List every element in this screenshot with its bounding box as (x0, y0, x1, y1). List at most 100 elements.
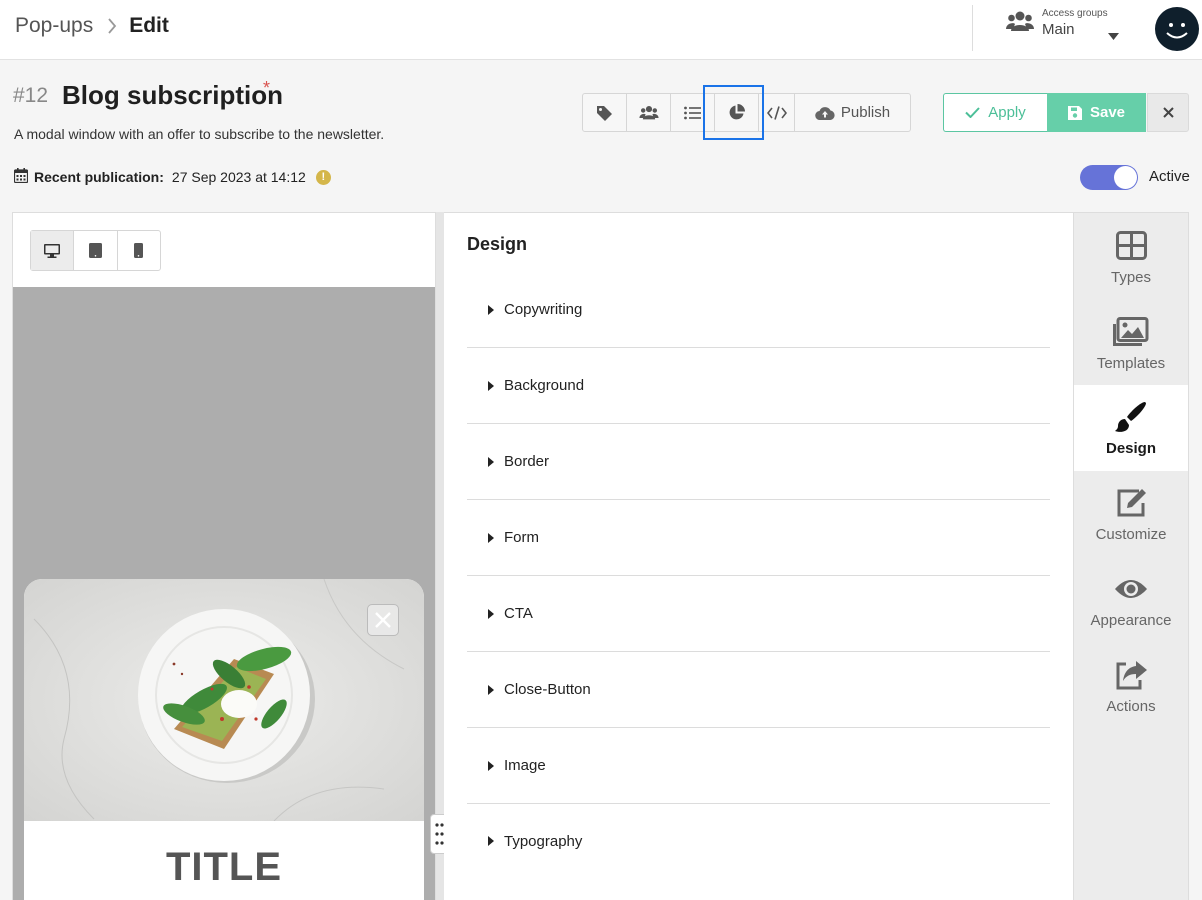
breadcrumb: Pop-ups Edit (15, 14, 169, 38)
top-bar: Pop-ups Edit Access groups Main (0, 0, 1202, 60)
tablet-view-button[interactable] (74, 231, 118, 270)
statistics-button[interactable] (715, 94, 759, 131)
desktop-icon (44, 243, 61, 258)
device-switcher (30, 230, 161, 271)
top-divider (972, 5, 973, 51)
recent-publication-date: 27 Sep 2023 at 14:12 (171, 169, 306, 185)
caret-right-icon (488, 532, 494, 543)
section-typography[interactable]: Typography (467, 803, 1050, 879)
section-label: Border (504, 453, 550, 470)
sidebar-item-label: Customize (1095, 525, 1167, 543)
save-button[interactable]: Save (1047, 93, 1146, 132)
breadcrumb-current: Edit (129, 14, 169, 37)
popup-title: TITLE (165, 845, 283, 889)
grid-icon (1115, 229, 1147, 263)
apply-button[interactable]: Apply (943, 93, 1047, 132)
publish-button[interactable]: Publish (795, 94, 910, 131)
pie-chart-icon (729, 104, 745, 120)
section-label: CTA (504, 605, 533, 622)
sidebar-item-actions[interactable]: Actions (1074, 643, 1188, 729)
access-groups-caption: Access groups (1042, 8, 1108, 19)
design-panel: Design Copywriting Background Border For… (444, 212, 1074, 900)
edit-icon (1115, 486, 1147, 520)
section-close-button[interactable]: Close-Button (467, 652, 1050, 728)
tablet-icon (88, 243, 102, 258)
warning-icon[interactable]: ! (315, 169, 331, 185)
list-icon (684, 106, 701, 119)
desktop-view-button[interactable] (31, 231, 75, 270)
caret-down-icon (1108, 27, 1119, 45)
section-background[interactable]: Background (467, 348, 1050, 424)
active-label: Active (1149, 168, 1190, 185)
calendar-icon (13, 168, 29, 186)
section-label: Typography (504, 832, 583, 850)
active-toggle[interactable] (1080, 165, 1138, 190)
sidebar-item-templates[interactable]: Templates (1074, 300, 1188, 386)
close-icon (375, 612, 391, 628)
required-mark: * (263, 78, 271, 98)
close-icon (1162, 107, 1174, 118)
apply-label: Apply (988, 104, 1026, 121)
editor-sidebar: Types Templates Design Customize Appeara… (1073, 212, 1189, 900)
access-groups-value: Main (1042, 21, 1075, 38)
mobile-icon (134, 243, 144, 258)
sidebar-item-label: Actions (1106, 697, 1156, 715)
caret-right-icon (488, 684, 494, 695)
caret-right-icon (488, 608, 494, 619)
breadcrumb-popups-link[interactable]: Pop-ups (15, 14, 93, 38)
tag-icon (596, 105, 612, 121)
close-button[interactable] (1147, 93, 1189, 132)
food-photo-image (24, 579, 424, 821)
recent-publication-label: Recent publication: (34, 169, 164, 185)
cloud-upload-icon (815, 106, 835, 120)
section-image[interactable]: Image (467, 728, 1050, 804)
embed-code-button[interactable] (759, 94, 795, 131)
section-label: Background (504, 377, 585, 394)
access-groups-selector[interactable]: Access groups Main (1006, 8, 1119, 40)
caret-right-icon (488, 304, 494, 315)
users-icon (638, 106, 659, 120)
sidebar-item-types[interactable]: Types (1074, 214, 1188, 300)
save-label: Save (1089, 104, 1126, 121)
sidebar-item-label: Appearance (1090, 611, 1172, 629)
section-form[interactable]: Form (467, 500, 1050, 576)
popup-description: A modal window with an offer to subscrib… (14, 126, 385, 142)
section-copywriting[interactable]: Copywriting (467, 272, 1050, 348)
sidebar-item-customize[interactable]: Customize (1074, 471, 1188, 557)
sidebar-item-label: Templates (1096, 354, 1166, 372)
popup-preview: TITLE (24, 579, 424, 900)
preview-panel: TITLE (12, 212, 436, 900)
avatar[interactable] (1155, 7, 1199, 51)
tags-button[interactable] (583, 94, 627, 131)
section-border[interactable]: Border (467, 424, 1050, 500)
chevron-right-icon (107, 18, 117, 34)
caret-right-icon (488, 836, 494, 846)
users-icon (1006, 10, 1034, 37)
popup-number: #12 (13, 84, 49, 107)
mobile-view-button[interactable] (118, 231, 160, 270)
popup-close-button[interactable] (367, 604, 399, 636)
drag-handle-icon (435, 823, 444, 845)
sidebar-item-design[interactable]: Design (1074, 385, 1188, 471)
sidebar-item-label: Design (1105, 439, 1156, 457)
section-cta[interactable]: CTA (467, 576, 1050, 652)
toggle-knob (1114, 166, 1137, 189)
section-label: Form (504, 529, 539, 546)
check-icon (965, 107, 980, 118)
images-icon (1113, 315, 1149, 349)
floppy-disk-icon (1067, 105, 1082, 120)
audience-button[interactable] (627, 94, 671, 131)
brush-icon (1115, 400, 1147, 434)
sidebar-item-label: Types (1110, 268, 1152, 286)
sidebar-item-appearance[interactable]: Appearance (1074, 557, 1188, 643)
share-icon (1114, 658, 1148, 692)
design-title: Design (467, 234, 528, 254)
code-icon (766, 105, 787, 120)
list-button[interactable] (671, 94, 715, 131)
caret-right-icon (488, 380, 494, 391)
section-label: Copywriting (504, 301, 583, 318)
page-title: Blog subscription (62, 80, 283, 110)
preview-stage: TITLE (13, 287, 435, 900)
section-label: Close-Button (504, 681, 591, 698)
section-label: Image (504, 757, 546, 774)
